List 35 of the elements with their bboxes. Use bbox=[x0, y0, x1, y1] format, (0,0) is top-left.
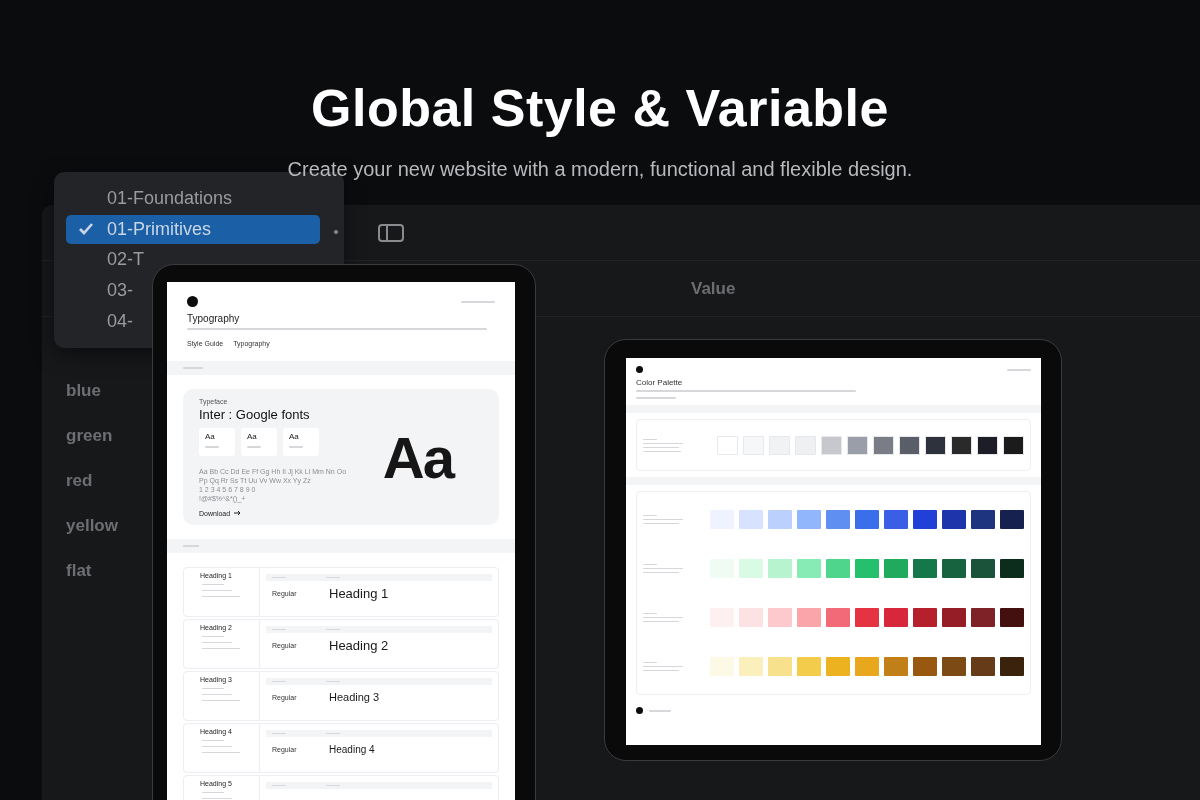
heading-sample: Heading 2 bbox=[329, 637, 389, 653]
text-line bbox=[1007, 368, 1031, 371]
typeface-name: Inter : Google fonts bbox=[199, 406, 311, 422]
heading-sample: Heading 1 bbox=[329, 585, 389, 601]
text-line bbox=[636, 397, 676, 399]
page-title: Typography bbox=[186, 312, 241, 324]
weight-sample: Aa bbox=[241, 427, 277, 456]
menu-item[interactable]: 01-Foundations bbox=[66, 184, 233, 214]
text-line bbox=[649, 709, 671, 712]
variable-name[interactable]: green bbox=[66, 426, 113, 447]
menu-item[interactable]: 01-Primitives bbox=[66, 214, 320, 245]
menu-item[interactable]: 03- bbox=[66, 275, 133, 306]
check-icon bbox=[78, 222, 94, 237]
variable-name[interactable]: red bbox=[66, 471, 93, 492]
dot-icon bbox=[334, 230, 338, 234]
column-header: Value bbox=[691, 278, 736, 299]
variable-name[interactable]: blue bbox=[66, 381, 101, 402]
heading-sample: Heading 4 bbox=[329, 743, 375, 755]
font-specimen: Aa bbox=[382, 423, 453, 491]
menu-item[interactable]: 04- bbox=[66, 306, 133, 336]
variable-name[interactable]: flat bbox=[66, 561, 92, 582]
variable-name[interactable]: yellow bbox=[66, 516, 118, 537]
sidebar-toggle-icon[interactable] bbox=[378, 223, 404, 242]
hero-subtitle: Create your new website with a modern, functional and flexible design. bbox=[286, 158, 914, 181]
hero-title: Global Style & Variable bbox=[310, 78, 890, 138]
weight-sample: Aa bbox=[199, 427, 235, 456]
heading-sample: Heading 3 bbox=[329, 691, 380, 703]
page-title: Color Palette bbox=[636, 378, 684, 387]
menu-item[interactable]: 02-T bbox=[66, 245, 144, 275]
logo-icon bbox=[187, 296, 198, 307]
weight-sample: Aa bbox=[283, 427, 319, 456]
logo-icon bbox=[636, 707, 643, 714]
arrow-right-icon bbox=[234, 510, 243, 516]
logo-icon bbox=[636, 366, 643, 373]
text-line bbox=[461, 300, 495, 303]
